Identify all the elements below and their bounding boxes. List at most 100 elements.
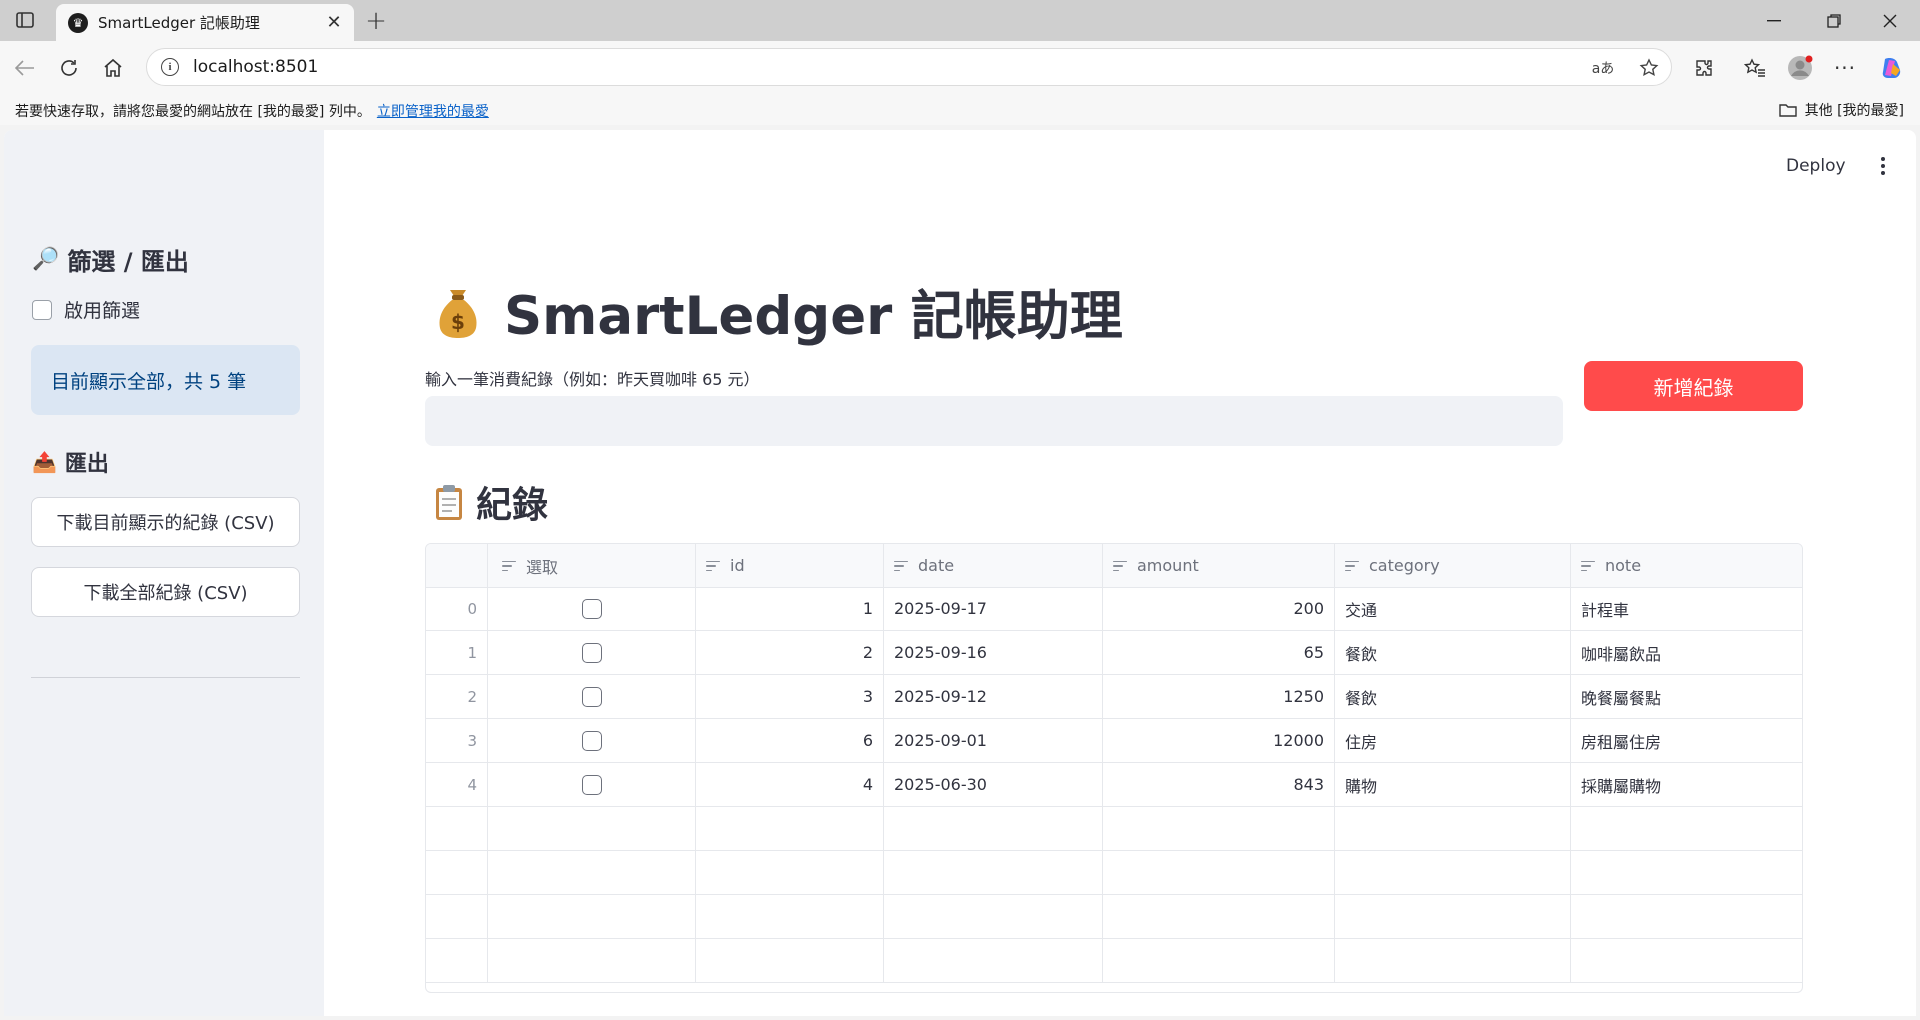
download-all-button[interactable]: 下載全部紀錄 (CSV) [31,567,300,617]
amount-cell[interactable]: 843 [1103,763,1335,806]
row-select-checkbox[interactable] [581,774,602,795]
note-cell[interactable]: 計程車 [1571,587,1802,630]
row-select-checkbox[interactable] [581,642,602,663]
table-row[interactable]: 0 1 2025-09-17 200 交通 計程車 [426,587,1802,631]
id-cell[interactable]: 2 [696,631,884,674]
amount-cell[interactable]: 200 [1103,587,1335,630]
column-header-select[interactable]: 選取 [488,544,696,587]
empty-table-row[interactable] [426,939,1802,983]
close-tab-icon[interactable]: ✕ [324,12,344,33]
select-cell[interactable] [488,675,696,718]
column-header-amount[interactable]: amount [1103,544,1335,587]
amount-cell[interactable]: 65 [1103,631,1335,674]
note-cell[interactable]: 採購屬購物 [1571,763,1802,806]
category-cell[interactable] [1335,895,1571,938]
checkbox-box[interactable] [32,299,52,320]
id-cell[interactable] [696,939,884,982]
select-cell[interactable] [488,719,696,762]
amount-cell[interactable]: 12000 [1103,719,1335,762]
note-cell[interactable] [1571,939,1802,982]
amount-cell[interactable] [1103,851,1335,894]
column-header-date[interactable]: date [884,544,1103,587]
select-cell[interactable] [488,939,696,982]
add-record-button[interactable]: 新增紀錄 [1584,361,1803,411]
table-row[interactable]: 1 2 2025-09-16 65 餐飲 咖啡屬飲品 [426,631,1802,675]
home-icon[interactable] [98,53,128,83]
id-cell[interactable] [696,895,884,938]
date-cell[interactable]: 2025-09-16 [884,631,1103,674]
site-info-icon[interactable]: i [161,58,179,76]
empty-table-row[interactable] [426,807,1802,851]
date-cell[interactable] [884,895,1103,938]
back-icon[interactable] [10,53,40,83]
row-select-checkbox[interactable] [581,730,602,751]
favorites-icon[interactable] [1740,53,1770,83]
close-window-icon[interactable] [1868,6,1912,36]
category-cell[interactable] [1335,939,1571,982]
more-options-icon[interactable]: ··· [1830,53,1860,83]
id-cell[interactable]: 4 [696,763,884,806]
record-input[interactable] [425,396,1563,446]
date-cell[interactable]: 2025-09-17 [884,587,1103,630]
date-cell[interactable] [884,939,1103,982]
select-cell[interactable] [488,587,696,630]
date-cell[interactable] [884,851,1103,894]
records-data-editor[interactable]: 選取 id date amount category note 0 1 2025… [425,543,1803,993]
category-cell[interactable]: 交通 [1335,587,1571,630]
date-cell[interactable]: 2025-06-30 [884,763,1103,806]
amount-cell[interactable] [1103,807,1335,850]
select-cell[interactable] [488,895,696,938]
note-cell[interactable] [1571,895,1802,938]
extensions-icon[interactable] [1689,53,1719,83]
table-row[interactable]: 3 6 2025-09-01 12000 住房 房租屬住房 [426,719,1802,763]
other-favorites-button[interactable]: 其他 [我的最愛] [1778,100,1904,120]
category-cell[interactable] [1335,807,1571,850]
column-header-note[interactable]: note [1571,544,1802,587]
id-cell[interactable]: 6 [696,719,884,762]
id-cell[interactable]: 3 [696,675,884,718]
note-cell[interactable] [1571,807,1802,850]
category-cell[interactable]: 購物 [1335,763,1571,806]
amount-cell[interactable] [1103,939,1335,982]
url-input[interactable]: i localhost:8501 aあ [146,48,1672,86]
select-cell[interactable] [488,763,696,806]
category-cell[interactable]: 餐飲 [1335,675,1571,718]
main-menu-icon[interactable] [1873,154,1893,178]
amount-cell[interactable]: 1250 [1103,675,1335,718]
browser-tab[interactable]: ♛ SmartLedger 記帳助理 ✕ [56,4,354,41]
restore-icon[interactable] [1812,6,1856,36]
row-select-checkbox[interactable] [581,686,602,707]
column-header-category[interactable]: category [1335,544,1571,587]
column-header-id[interactable]: id [696,544,884,587]
category-cell[interactable] [1335,851,1571,894]
date-cell[interactable] [884,807,1103,850]
id-cell[interactable]: 1 [696,587,884,630]
date-cell[interactable]: 2025-09-01 [884,719,1103,762]
deploy-button[interactable]: Deploy [1786,156,1846,176]
note-cell[interactable]: 房租屬住房 [1571,719,1802,762]
download-current-button[interactable]: 下載目前顯示的紀錄 (CSV) [31,497,300,547]
favorite-star-icon[interactable] [1637,56,1661,80]
date-cell[interactable]: 2025-09-12 [884,675,1103,718]
category-cell[interactable]: 住房 [1335,719,1571,762]
tab-actions-icon[interactable] [12,9,38,31]
empty-table-row[interactable] [426,895,1802,939]
row-select-checkbox[interactable] [581,598,602,619]
note-cell[interactable]: 咖啡屬飲品 [1571,631,1802,674]
read-aloud-translate-icon[interactable]: aあ [1591,56,1615,80]
empty-table-row[interactable] [426,851,1802,895]
table-row[interactable]: 4 4 2025-06-30 843 購物 採購屬購物 [426,763,1802,807]
profile-avatar-icon[interactable] [1785,53,1815,83]
select-cell[interactable] [488,807,696,850]
refresh-icon[interactable] [54,53,84,83]
note-cell[interactable] [1571,851,1802,894]
select-cell[interactable] [488,631,696,674]
copilot-icon[interactable] [1877,53,1907,83]
category-cell[interactable]: 餐飲 [1335,631,1571,674]
select-cell[interactable] [488,851,696,894]
id-cell[interactable] [696,851,884,894]
table-row[interactable]: 2 3 2025-09-12 1250 餐飲 晚餐屬餐點 [426,675,1802,719]
enable-filter-checkbox[interactable]: 啟用篩選 [32,296,140,323]
id-cell[interactable] [696,807,884,850]
minimize-icon[interactable] [1752,6,1796,36]
